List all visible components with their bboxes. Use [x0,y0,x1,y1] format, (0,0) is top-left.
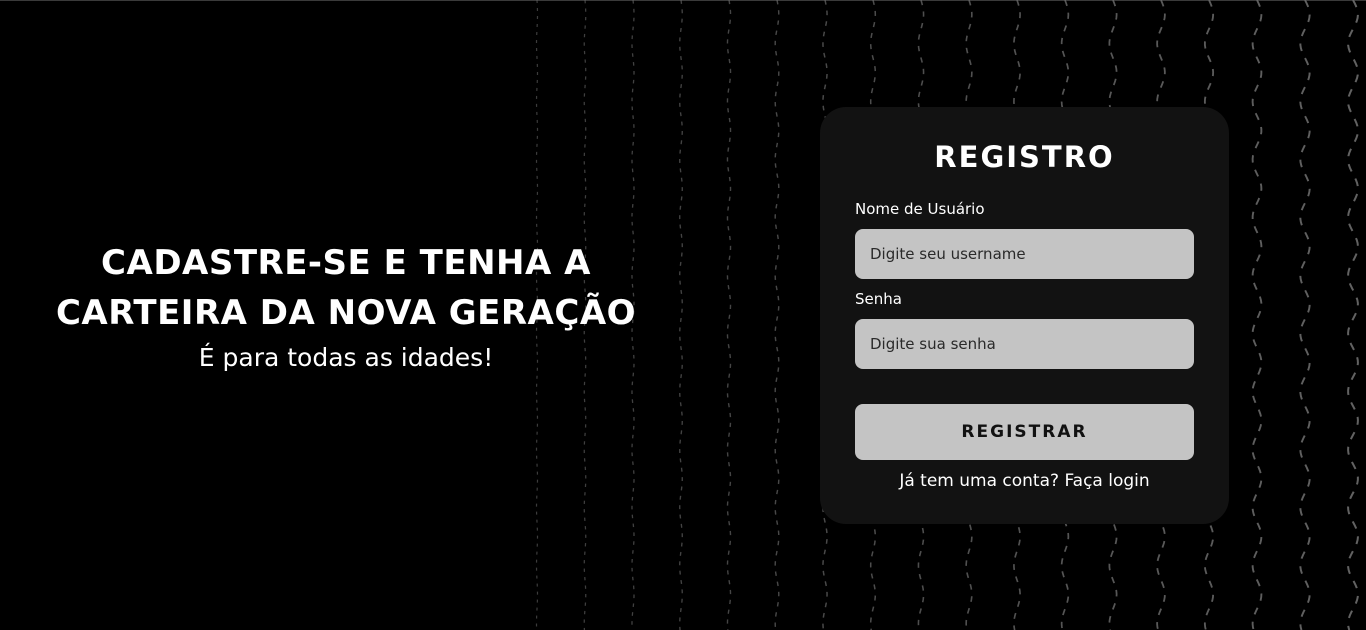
register-card: REGISTRO Nome de Usuário Senha REGISTRAR… [820,107,1229,524]
hero-title: CADASTRE-SE E TENHA A CARTEIRA DA NOVA G… [40,238,652,338]
hero-title-line2: CARTEIRA DA NOVA GERAÇÃO [55,293,637,333]
hero-subtitle: É para todas as idades! [198,343,494,372]
username-label: Nome de Usuário [855,200,985,218]
login-link[interactable]: Já tem uma conta? Faça login [820,471,1229,491]
page: CADASTRE-SE E TENHA A CARTEIRA DA NOVA G… [0,0,1366,630]
wave-line [679,0,683,630]
register-button[interactable]: REGISTRAR [855,404,1194,460]
wave-line [1251,0,1263,630]
wave-line [726,0,732,630]
password-label: Senha [855,290,902,308]
username-input[interactable] [855,229,1194,279]
wave-line [1299,0,1311,630]
hero-title-line1: CADASTRE-SE E TENHA A [101,243,591,283]
wave-line [1347,0,1359,630]
password-input[interactable] [855,319,1194,369]
hero-section: CADASTRE-SE E TENHA A CARTEIRA DA NOVA G… [40,238,652,374]
register-title: REGISTRO [934,140,1115,174]
wave-line [774,0,780,630]
